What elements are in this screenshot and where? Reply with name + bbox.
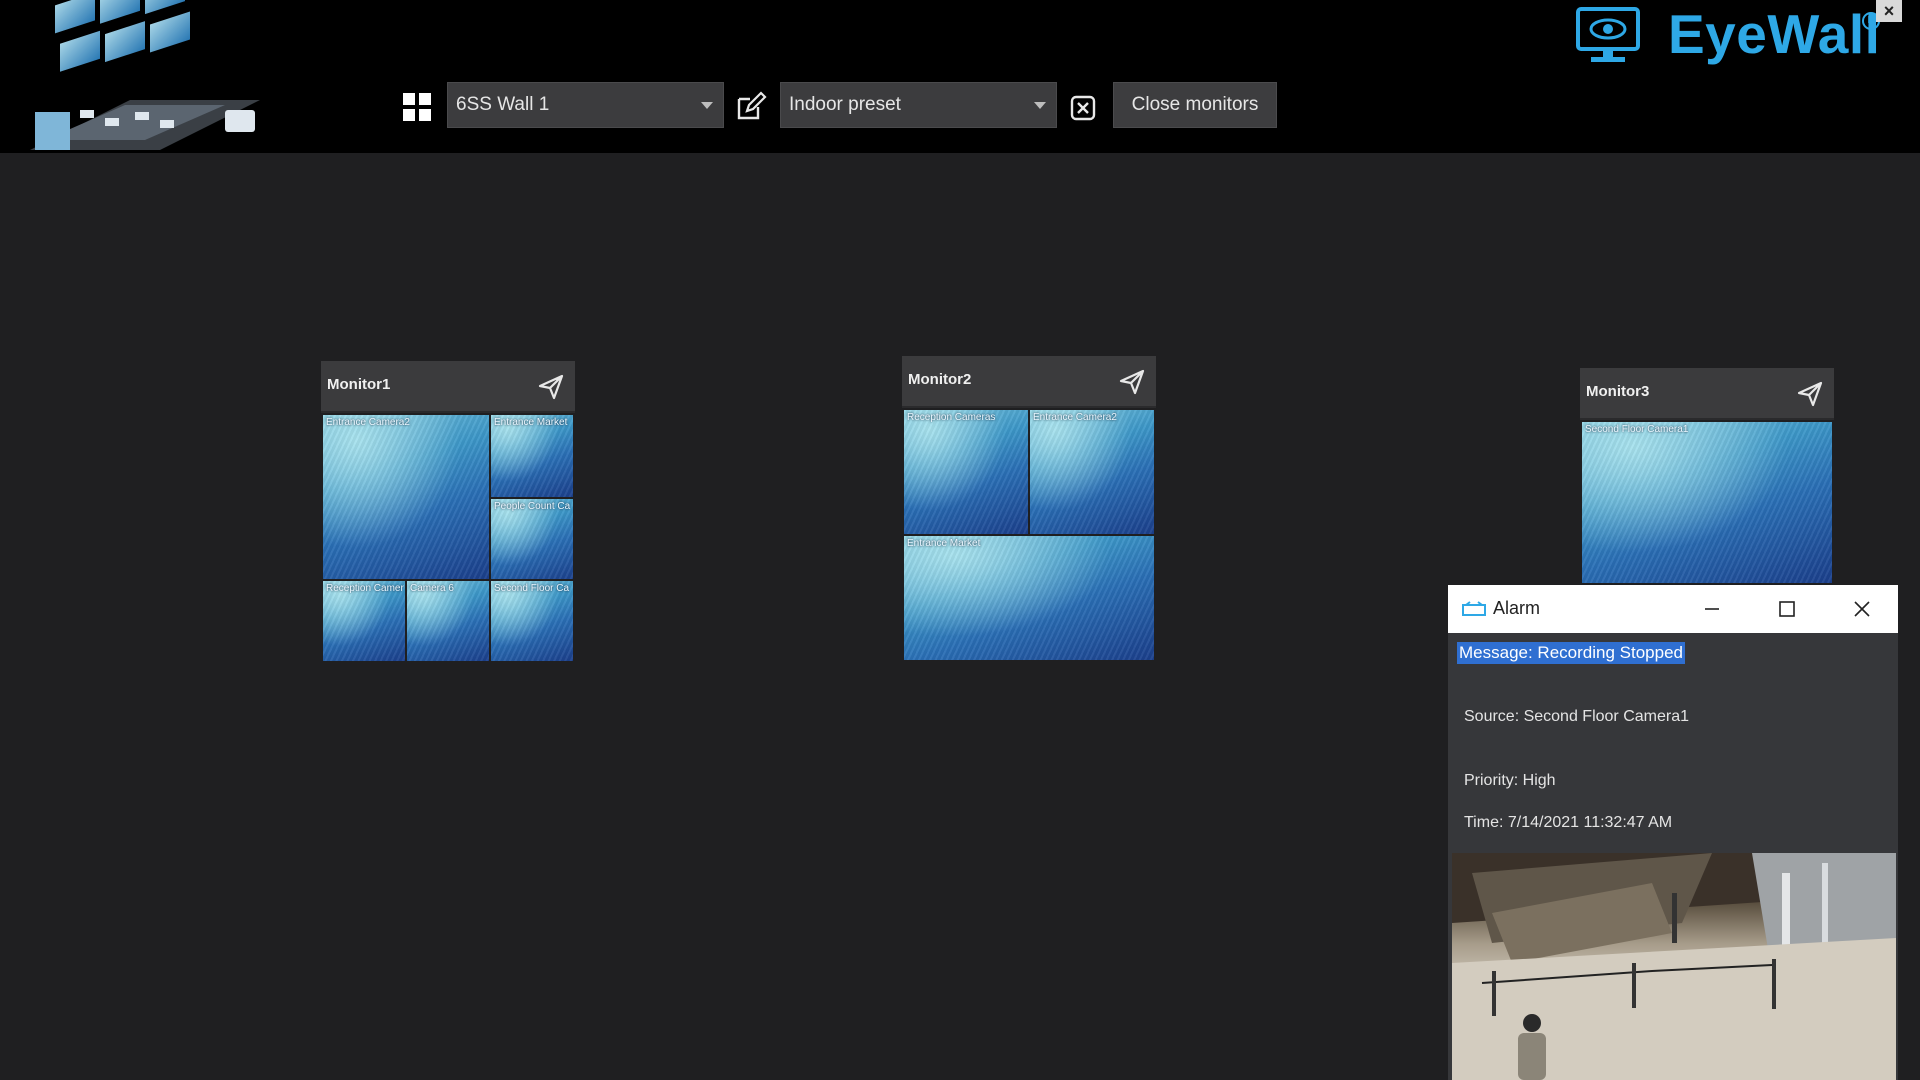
camera-tile[interactable]: Reception Cameras [902, 408, 1030, 536]
preset-select-value: Indoor preset [789, 94, 901, 115]
camera-tile-label: Second Floor Camera1 [1585, 424, 1689, 435]
monitor-tile-grid: Entrance Camera2 Entrance Market People … [321, 413, 575, 663]
camera-tile[interactable]: Entrance Camera2 [1028, 408, 1156, 536]
monitor-header: Monitor2 [902, 356, 1156, 408]
alarm-titlebar[interactable]: Alarm [1448, 585, 1898, 633]
send-icon[interactable] [537, 373, 565, 401]
camera-tile[interactable]: Camera 6 [405, 579, 491, 663]
camera-tile[interactable]: Entrance Camera2 [321, 413, 491, 581]
wall-select[interactable]: 6SS Wall 1 [447, 82, 724, 128]
window-close-button[interactable]: × [1876, 0, 1902, 22]
camera-tile-label: Reception Camer [326, 583, 404, 594]
monitor-tile-grid: Reception Cameras Entrance Camera2 Entra… [902, 408, 1156, 662]
monitor-title: Monitor3 [1586, 383, 1650, 400]
monitor-card-3: Monitor3 Second Floor Camera1 [1580, 368, 1834, 585]
camera-tile-label: Entrance Market [907, 538, 981, 549]
minimize-icon[interactable] [1698, 595, 1726, 623]
alarm-window-title: Alarm [1493, 598, 1541, 618]
camera-tile[interactable]: Second Floor Camera1 [1580, 420, 1834, 585]
camera-tile[interactable]: Second Floor Ca [489, 579, 575, 663]
send-icon[interactable] [1796, 380, 1824, 408]
top-toolbar: 6SS Wall 1 Indoor preset Close monitors … [0, 0, 1920, 153]
camera-tile[interactable]: People Count Ca [489, 497, 575, 583]
camera-tile[interactable]: Entrance Market [489, 413, 575, 499]
alarm-time: Time: 7/14/2021 11:32:47 AM [1464, 814, 1673, 831]
snapshot-scene [1452, 853, 1896, 1080]
monitor-header: Monitor1 [321, 361, 575, 413]
camera-tile-label: Entrance Camera2 [326, 417, 410, 428]
monitor-card-2: Monitor2 Reception Cameras Entrance Came… [902, 356, 1156, 662]
chevron-down-icon [1034, 102, 1046, 109]
alarm-camera-snapshot [1452, 853, 1896, 1080]
clear-square-icon[interactable] [1070, 95, 1096, 121]
edit-icon[interactable] [735, 91, 767, 121]
alarm-message[interactable]: Message: Recording Stopped [1457, 642, 1685, 664]
wall-select-value: 6SS Wall 1 [456, 94, 550, 115]
send-icon[interactable] [1118, 368, 1146, 396]
camera-tile[interactable]: Entrance Market [902, 534, 1156, 662]
camera-tile-label: People Count Ca [494, 501, 571, 512]
grid-icon[interactable] [402, 92, 432, 122]
video-wall-logo-illustration [30, 0, 260, 150]
monitor-tile-grid: Second Floor Camera1 [1580, 420, 1834, 585]
camera-tile-label: Entrance Market [494, 417, 568, 428]
camera-tile-label: Reception Cameras [907, 412, 996, 423]
alarm-window: Alarm Message: Recording Stopped Source:… [1448, 585, 1898, 1080]
camera-tile[interactable]: Reception Camer [321, 579, 407, 663]
monitor-header: Monitor3 [1580, 368, 1834, 420]
camera-tile-label: Camera 6 [410, 583, 454, 594]
maximize-icon[interactable] [1773, 595, 1801, 623]
alarm-priority: Priority: High [1464, 772, 1556, 789]
chevron-down-icon [701, 102, 713, 109]
close-monitors-button[interactable]: Close monitors [1113, 82, 1277, 128]
camera-tile-label: Second Floor Ca [494, 583, 570, 594]
monitor-title: Monitor2 [908, 371, 972, 388]
preset-select[interactable]: Indoor preset [780, 82, 1057, 128]
monitor-title: Monitor1 [327, 376, 391, 393]
alarm-window-icon [1462, 601, 1486, 616]
brand-name: EyeWall [1668, 3, 1881, 65]
alarm-source: Source: Second Floor Camera1 [1464, 708, 1689, 725]
close-icon[interactable] [1848, 595, 1876, 623]
monitor-eye-icon [1576, 7, 1640, 62]
camera-tile-label: Entrance Camera2 [1033, 412, 1117, 423]
monitor-card-1: Monitor1 Entrance Camera2 Entrance Marke… [321, 361, 575, 663]
